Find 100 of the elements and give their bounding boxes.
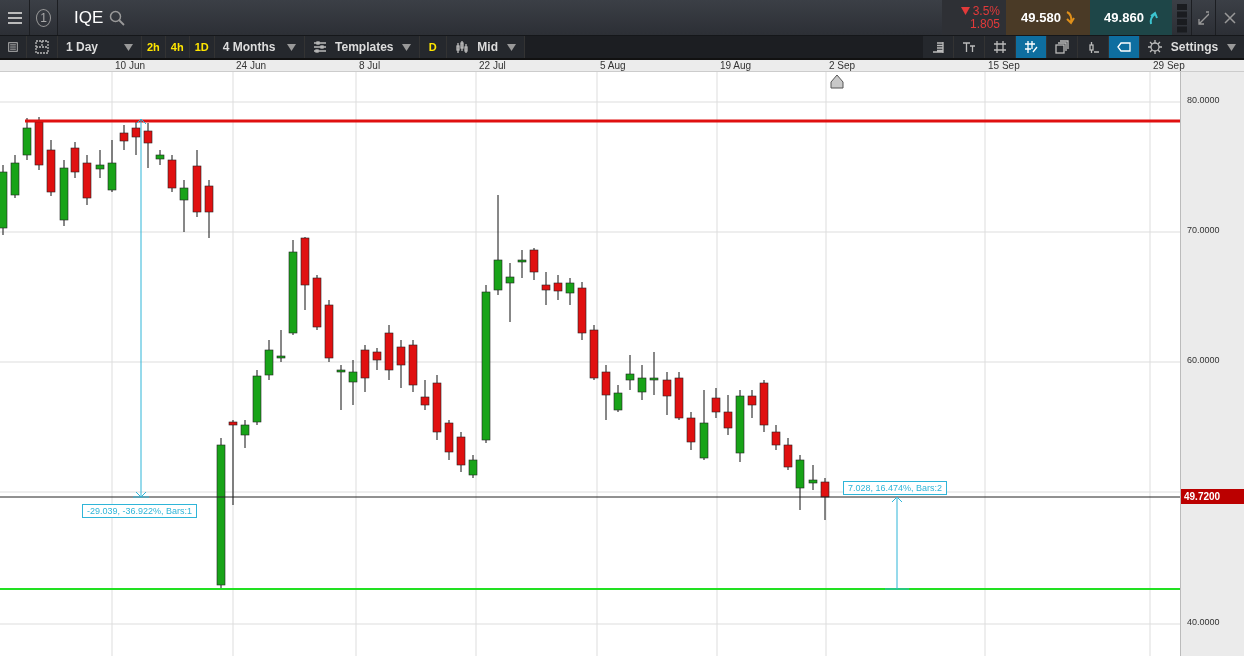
tool-button[interactable] (1078, 36, 1109, 58)
sell-price-button[interactable]: 49.580 (1006, 0, 1090, 35)
candle (348, 359, 358, 406)
settings-dropdown[interactable]: Settings (1140, 36, 1244, 58)
search-icon[interactable] (109, 9, 126, 26)
interval-button[interactable]: 2h (142, 36, 166, 58)
menu-icon[interactable] (6, 10, 23, 25)
candle (771, 424, 781, 451)
price-label: 70.0000 (1187, 225, 1220, 235)
candle (783, 437, 793, 471)
templates-dropdown[interactable]: Templates (304, 36, 420, 58)
settings-icon (1148, 40, 1162, 54)
event-marker-icon[interactable] (830, 74, 844, 89)
change-points: 1.805 (969, 17, 1000, 31)
candle (625, 354, 635, 391)
candle (637, 364, 647, 401)
tool-button[interactable] (1016, 36, 1047, 58)
candle (408, 339, 418, 393)
candle (613, 384, 623, 413)
price-label: 60.0000 (1187, 355, 1220, 365)
date-label: 22 Jul (479, 60, 506, 72)
candle (444, 419, 454, 461)
tag-icon (1117, 40, 1131, 54)
interval-button[interactable]: 4h (165, 36, 190, 58)
buy-price-button[interactable]: 49.860 (1090, 0, 1172, 35)
mode-flag-button[interactable]: D (419, 36, 447, 58)
measure-arrow[interactable] (132, 118, 150, 498)
current-price-label: 49.7200 (1181, 489, 1244, 504)
price-type-dropdown[interactable]: Mid (446, 36, 525, 58)
candle (432, 374, 442, 441)
candle (360, 344, 370, 393)
candle (384, 324, 394, 381)
candle (795, 454, 805, 511)
range-dropdown[interactable]: 4 Months (214, 36, 305, 58)
candle (179, 179, 189, 233)
candle (0, 164, 8, 236)
interval-dropdown[interactable]: 1 Day (58, 36, 142, 58)
candle (22, 117, 32, 161)
candles-icon (454, 40, 469, 54)
tool-button[interactable] (923, 36, 954, 58)
price-label: 80.0000 (1187, 95, 1220, 105)
interval-button[interactable]: 1D (189, 36, 215, 58)
measure-arrow[interactable] (884, 496, 910, 590)
candle (324, 299, 334, 363)
candle (143, 122, 153, 169)
candle (517, 249, 527, 279)
candle (674, 371, 684, 421)
candle (759, 379, 769, 433)
align-icon (931, 40, 945, 54)
caret-icon (401, 43, 411, 51)
candle (649, 351, 659, 396)
candle (723, 394, 733, 436)
date-label: 24 Jun (236, 60, 267, 72)
candle (34, 116, 44, 171)
candle (456, 431, 466, 473)
layout-button[interactable] (27, 36, 58, 58)
date-label: 19 Aug (720, 60, 752, 72)
list-icon (8, 40, 18, 54)
tool-button[interactable] (1047, 36, 1078, 58)
candle (276, 329, 286, 363)
candle (252, 369, 262, 426)
close-icon[interactable] (1224, 11, 1236, 24)
candle (240, 419, 250, 449)
arrow-down-icon (1064, 10, 1075, 25)
tool-button[interactable] (1109, 36, 1140, 58)
date-label: 2 Sep (829, 60, 856, 72)
candle (468, 454, 478, 479)
candle-icon (1086, 40, 1100, 54)
change-percent: 3.5% (960, 4, 1000, 18)
candle (747, 389, 757, 419)
tool-button[interactable] (954, 36, 985, 58)
symbol-name: IQE (74, 7, 104, 28)
candle (82, 154, 92, 206)
text-size-icon (962, 40, 976, 54)
drawing-tools-icon (1024, 40, 1038, 54)
candle (808, 464, 818, 491)
date-label: 5 Aug (600, 60, 626, 72)
candle (686, 411, 696, 451)
candle (372, 347, 382, 371)
candle (95, 149, 105, 179)
candle (577, 281, 587, 341)
candle (336, 364, 346, 411)
candle (529, 247, 539, 281)
candle (192, 149, 202, 218)
caret-icon (1227, 43, 1236, 51)
candle (107, 139, 117, 193)
tool-button[interactable] (985, 36, 1016, 58)
date-label: 8 Jul (359, 60, 381, 72)
candle (119, 124, 129, 151)
list-button[interactable] (0, 36, 27, 58)
grid-icon (993, 40, 1007, 54)
candle (601, 364, 611, 421)
candle (589, 324, 599, 381)
expand-icon[interactable] (1198, 10, 1209, 25)
candle (820, 477, 830, 521)
date-label: 10 Jun (115, 60, 146, 72)
candle (662, 371, 672, 416)
candle (10, 154, 20, 199)
candle (565, 277, 575, 306)
candle (396, 339, 406, 389)
